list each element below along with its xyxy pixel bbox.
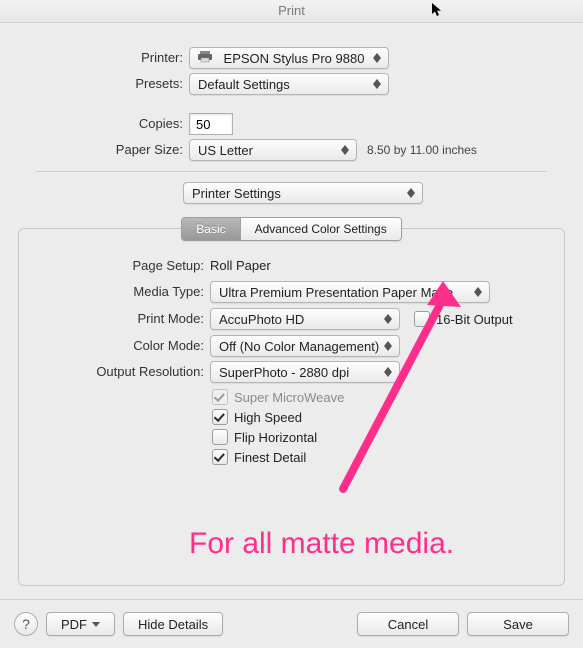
pdf-button[interactable]: PDF xyxy=(46,612,115,636)
checkbox-label: Super MicroWeave xyxy=(234,390,344,405)
help-icon: ? xyxy=(22,616,30,632)
printer-settings-pane: Basic Advanced Color Settings Page Setup… xyxy=(18,228,565,586)
updown-icon xyxy=(471,287,485,297)
presets-popup-value: Default Settings xyxy=(198,77,290,92)
save-label: Save xyxy=(503,617,533,632)
save-button[interactable]: Save xyxy=(467,612,569,636)
row-section: Printer Settings xyxy=(18,182,565,204)
papersize-note: 8.50 by 11.00 inches xyxy=(367,143,477,157)
row-pagesetup: Page Setup: Roll Paper xyxy=(29,255,554,277)
updown-icon xyxy=(370,79,384,89)
checkbox-box xyxy=(212,389,228,405)
label-papersize: Paper Size: xyxy=(18,139,189,161)
papersize-popup[interactable]: US Letter xyxy=(189,139,357,161)
checkbox-label: Flip Horizontal xyxy=(234,430,317,445)
printer-popup-value: EPSON Stylus Pro 9880 xyxy=(224,51,365,66)
cancel-label: Cancel xyxy=(388,617,428,632)
pdf-label: PDF xyxy=(61,617,87,632)
dialog-body: Printer: EPSON Stylus Pro 9880 Presets: … xyxy=(0,23,583,586)
checkbox-label: High Speed xyxy=(234,410,302,425)
row-colormode: Color Mode: Off (No Color Management) xyxy=(29,335,554,357)
cancel-button[interactable]: Cancel xyxy=(357,612,459,636)
window-title: Print xyxy=(278,3,305,18)
checkbox-label: 16-Bit Output xyxy=(436,312,513,327)
tab-segment: Basic Advanced Color Settings xyxy=(29,217,554,241)
hide-details-label: Hide Details xyxy=(138,617,208,632)
copies-input[interactable] xyxy=(189,113,233,135)
resolution-popup[interactable]: SuperPhoto - 2880 dpi xyxy=(210,361,400,383)
checkbox-flip-horizontal[interactable]: Flip Horizontal xyxy=(212,429,554,445)
checkbox-group: Super MicroWeave High Speed Flip Horizon… xyxy=(212,389,554,465)
checkbox-super-microweave: Super MicroWeave xyxy=(212,389,554,405)
row-presets: Presets: Default Settings xyxy=(18,73,565,95)
mediatype-value: Ultra Premium Presentation Paper Matte xyxy=(219,285,453,300)
row-printer: Printer: EPSON Stylus Pro 9880 xyxy=(18,47,565,69)
tab-basic[interactable]: Basic xyxy=(182,218,239,240)
label-printer: Printer: xyxy=(18,47,189,69)
row-printmode: Print Mode: AccuPhoto HD 16-Bit Output xyxy=(29,307,554,331)
updown-icon xyxy=(404,188,418,198)
row-resolution: Output Resolution: SuperPhoto - 2880 dpi xyxy=(29,361,554,383)
mediatype-popup[interactable]: Ultra Premium Presentation Paper Matte xyxy=(210,281,490,303)
label-copies: Copies: xyxy=(18,113,189,135)
bottom-bar: ? PDF Hide Details Cancel Save xyxy=(0,599,583,648)
label-mediatype: Media Type: xyxy=(29,281,210,303)
section-value: Printer Settings xyxy=(192,186,281,201)
row-mediatype: Media Type: Ultra Premium Presentation P… xyxy=(29,281,554,303)
checkbox-box xyxy=(212,429,228,445)
printmode-popup[interactable]: AccuPhoto HD xyxy=(210,308,400,330)
annotation-text: For all matte media. xyxy=(189,527,454,561)
pagesetup-value: Roll Paper xyxy=(210,255,271,277)
resolution-value: SuperPhoto - 2880 dpi xyxy=(219,365,349,380)
updown-icon xyxy=(370,53,384,63)
section-popup[interactable]: Printer Settings xyxy=(183,182,423,204)
colormode-value: Off (No Color Management) xyxy=(219,339,379,354)
colormode-popup[interactable]: Off (No Color Management) xyxy=(210,335,400,357)
tab-advanced-color[interactable]: Advanced Color Settings xyxy=(240,218,401,240)
hide-details-button[interactable]: Hide Details xyxy=(123,612,223,636)
checkbox-box xyxy=(212,449,228,465)
checkbox-box xyxy=(414,311,430,327)
divider xyxy=(36,171,547,172)
updown-icon xyxy=(381,367,395,377)
window-titlebar: Print xyxy=(0,0,583,23)
printer-icon xyxy=(198,51,212,66)
label-printmode: Print Mode: xyxy=(29,308,210,330)
checkbox-16bit[interactable]: 16-Bit Output xyxy=(414,311,513,327)
label-presets: Presets: xyxy=(18,73,189,95)
checkbox-box xyxy=(212,409,228,425)
checkbox-label: Finest Detail xyxy=(234,450,306,465)
updown-icon xyxy=(338,145,352,155)
checkbox-high-speed[interactable]: High Speed xyxy=(212,409,554,425)
checkbox-finest-detail[interactable]: Finest Detail xyxy=(212,449,554,465)
row-papersize: Paper Size: US Letter 8.50 by 11.00 inch… xyxy=(18,139,565,161)
cursor-icon xyxy=(431,2,443,24)
chevron-down-icon xyxy=(92,622,100,627)
papersize-value: US Letter xyxy=(198,143,253,158)
label-pagesetup: Page Setup: xyxy=(29,255,210,277)
printmode-value: AccuPhoto HD xyxy=(219,312,304,327)
label-colormode: Color Mode: xyxy=(29,335,210,357)
updown-icon xyxy=(381,341,395,351)
printer-popup[interactable]: EPSON Stylus Pro 9880 xyxy=(189,47,389,69)
presets-popup[interactable]: Default Settings xyxy=(189,73,389,95)
updown-icon xyxy=(381,314,395,324)
row-copies: Copies: xyxy=(18,113,565,135)
help-button[interactable]: ? xyxy=(14,612,38,636)
label-resolution: Output Resolution: xyxy=(29,361,210,383)
